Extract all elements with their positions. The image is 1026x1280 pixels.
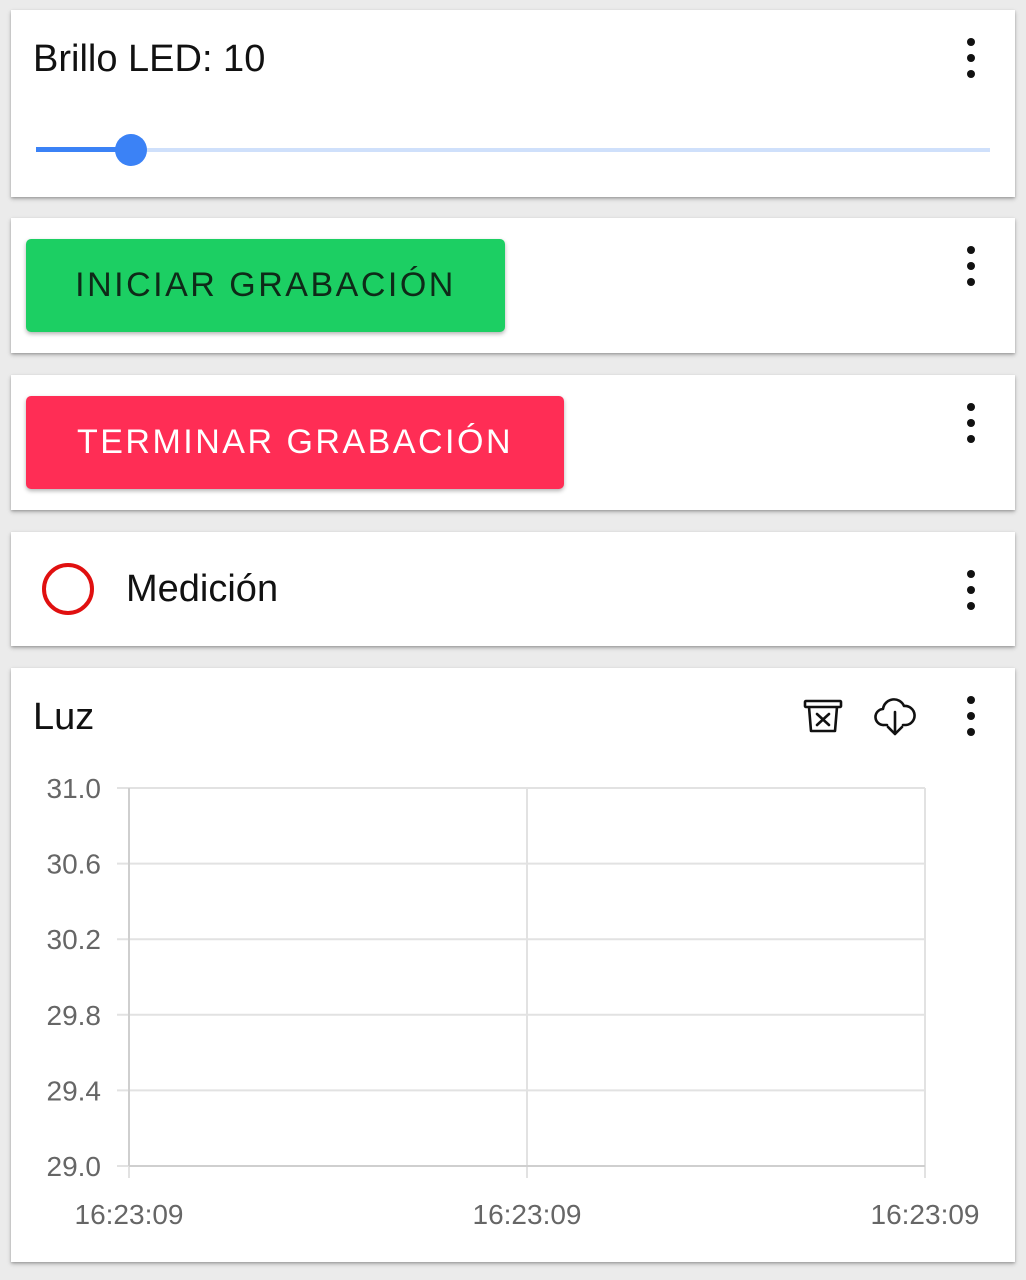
more-vert-icon[interactable] [963, 246, 979, 286]
start-recording-button[interactable]: INICIAR GRABACIÓN [26, 239, 505, 332]
stop-recording-card: TERMINAR GRABACIÓN [11, 375, 1015, 510]
start-recording-card: INICIAR GRABACIÓN [11, 218, 1015, 353]
led-brightness-slider[interactable] [36, 134, 990, 166]
y-tick-label: 30.2 [47, 924, 102, 955]
x-tick-label: 16:23:09 [75, 1199, 184, 1230]
x-tick-label: 16:23:09 [871, 1199, 980, 1230]
measurement-led-card: Medición [11, 532, 1015, 646]
y-tick-label: 29.8 [47, 1000, 102, 1031]
more-vert-icon[interactable] [963, 570, 979, 610]
y-tick-label: 29.0 [47, 1151, 102, 1182]
slider-track [36, 148, 990, 152]
light-chart-card: Luz 31.0 30.6 30.2 29.8 29.4 29.0 16:23:09 16:2… [11, 668, 1015, 1262]
stop-recording-button[interactable]: TERMINAR GRABACIÓN [26, 396, 564, 489]
more-vert-icon[interactable] [963, 403, 979, 443]
light-line-chart: 31.0 30.6 30.2 29.8 29.4 29.0 16:23:09 16:23:09… [47, 773, 980, 1230]
y-tick-label: 31.0 [47, 773, 102, 804]
slider-thumb[interactable] [115, 134, 147, 166]
led-indicator-icon [42, 563, 94, 615]
x-tick-label: 16:23:09 [473, 1199, 582, 1230]
y-tick-label: 30.6 [47, 849, 102, 880]
led-brightness-label: Brillo LED: 10 [33, 38, 266, 80]
measurement-label: Medición [126, 568, 279, 610]
y-tick-label: 29.4 [47, 1075, 102, 1106]
more-vert-icon[interactable] [963, 38, 979, 78]
led-brightness-card: Brillo LED: 10 [11, 10, 1015, 197]
